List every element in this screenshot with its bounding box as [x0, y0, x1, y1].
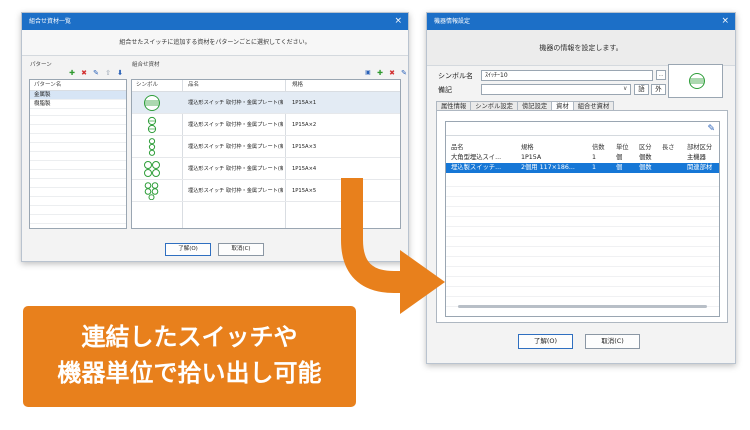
edit-pattern-icon[interactable]: ✎	[92, 69, 100, 77]
materials-grid-toolbar: ✎	[446, 122, 719, 136]
material-toolbar: ▣ ✚ ✖ ✎	[364, 68, 408, 78]
caption-line-2: 機器単位で拾い出し可能	[57, 359, 322, 387]
left-ok-button[interactable]: 了解(O)	[165, 243, 211, 256]
row-part-category: 主機器	[687, 154, 706, 161]
delete-pattern-icon[interactable]: ✖	[80, 69, 88, 77]
row-qty: 1	[592, 164, 597, 171]
right-cancel-button[interactable]: 取消(C)	[585, 334, 640, 349]
column-header-spec: 規格	[292, 82, 304, 88]
switch-3-gang-icon	[148, 138, 156, 156]
switch-5-gang-icon	[144, 182, 159, 200]
left-window-instruction: 組合せたスイッチに追加する資材をパターンごとに選択してください。	[22, 30, 408, 56]
table-row[interactable]: 埋込形スイッチ 取付枠・金属プレート(新金属) 1P15A×3	[132, 136, 400, 158]
column-header-symbol: シンボル	[136, 82, 159, 88]
right-window-instruction: 機器の情報を設定します。	[427, 30, 735, 66]
row-qty: 1	[592, 154, 597, 161]
table-row[interactable]: 埋込形スイッチ 取付枠・金属プレート(新金属) 1P15A×2	[132, 114, 400, 136]
note-label: 備記	[438, 86, 452, 94]
table-row[interactable]: 埋込形スイッチ 取付枠・金属プレート(新金属) 1P15A×1	[132, 92, 400, 114]
pattern-list-header: パターン名	[30, 80, 126, 91]
column-header-name: 品名	[188, 82, 200, 88]
row-part-category: 関連部材	[687, 164, 713, 171]
row-unit: 個	[616, 154, 623, 161]
row-category: 個数	[639, 164, 652, 171]
add-pattern-icon[interactable]: ✚	[68, 69, 76, 77]
right-ok-button[interactable]: 了解(O)	[518, 334, 573, 349]
right-window-title: 機器情報設定	[434, 18, 471, 25]
empty-grid-rows	[446, 177, 719, 316]
material-panel-label: 組合せ資材	[132, 62, 160, 68]
materials-grid: ✎ 品名 規格 倍数 単位 区分 長さ 部材区分 大角型埋込スイ... 1P15…	[445, 121, 720, 317]
switch-4-gang-icon	[144, 161, 160, 177]
column-header-category: 区分	[639, 144, 652, 151]
pattern-item[interactable]: 樹脂製	[30, 100, 126, 109]
row-unit: 個	[616, 164, 623, 171]
pattern-item[interactable]: 金属製	[30, 91, 126, 100]
column-header-qty: 倍数	[592, 144, 605, 151]
symbol-preview	[668, 64, 723, 98]
column-header-part-category: 部材区分	[687, 144, 713, 151]
column-header-unit: 単位	[616, 144, 629, 151]
left-window-titlebar: 組合せ資材一覧 ×	[22, 13, 408, 30]
row-name: 大角型埋込スイ...	[451, 154, 502, 161]
word-button[interactable]: 語	[634, 84, 649, 95]
dropdown-chevron-icon[interactable]: ∨	[623, 85, 627, 92]
switch-1-gang-icon	[144, 95, 160, 111]
symbol-name-label: シンボル名	[438, 72, 473, 80]
row-spec: 1P15A	[521, 154, 542, 161]
horizontal-scrollbar[interactable]	[458, 305, 707, 308]
caption-line-1: 連結したスイッチや	[81, 323, 298, 351]
table-row[interactable]: 大角型埋込スイ... 1P15A 1 個 個数 主機器	[446, 153, 719, 163]
row-name: 埋込形スイッチ 取付枠・金属プレート(新金属)	[188, 188, 283, 194]
edit-materials-icon[interactable]: ✎	[707, 124, 715, 134]
move-down-icon[interactable]: ⬇	[116, 69, 124, 77]
row-category: 個数	[639, 154, 652, 161]
move-up-icon[interactable]: ⇧	[104, 69, 112, 77]
delete-material-icon[interactable]: ✖	[388, 69, 396, 77]
table-row[interactable]: 埋込製スイッチ... 2個用 117×186... 1 個 個数 関連部材	[446, 163, 719, 173]
outside-button[interactable]: 外	[651, 84, 666, 95]
row-name: 埋込製スイッチ...	[451, 164, 502, 171]
switch-2-gang-icon	[147, 116, 157, 134]
row-name: 埋込形スイッチ 取付枠・金属プレート(新金属)	[188, 166, 283, 172]
right-window-titlebar: 機器情報設定 ×	[427, 13, 735, 30]
row-spec: 1P15A×1	[292, 100, 317, 106]
left-window-close-icon[interactable]: ×	[394, 13, 402, 29]
left-window-title: 組合せ資材一覧	[29, 18, 72, 25]
pattern-toolbar: ✚ ✖ ✎ ⇧ ⬇	[68, 68, 124, 78]
materials-grid-header: 品名 規格 倍数 単位 区分 長さ 部材区分	[446, 143, 719, 153]
row-spec: 1P15A×2	[292, 122, 317, 128]
note-field[interactable]	[481, 84, 631, 95]
left-cancel-button[interactable]: 取消(C)	[218, 243, 264, 256]
row-name: 埋込形スイッチ 取付枠・金属プレート(新金属)	[188, 144, 283, 150]
feature-caption: 連結したスイッチや 機器単位で拾い出し可能	[23, 306, 356, 407]
row-spec: 1P15A×3	[292, 144, 317, 150]
add-material-icon[interactable]: ✚	[376, 69, 384, 77]
row-name: 埋込形スイッチ 取付枠・金属プレート(新金属)	[188, 100, 283, 106]
properties-icon[interactable]: ▣	[364, 69, 372, 77]
column-header-name: 品名	[451, 144, 464, 151]
materials-tab-panel: ✎ 品名 規格 倍数 単位 区分 長さ 部材区分 大角型埋込スイ... 1P15…	[436, 110, 728, 323]
device-info-settings-window: 機器情報設定 × 機器の情報を設定します。 シンボル名 ｽｲｯﾁｰ10 … 備記…	[426, 12, 736, 364]
row-spec: 2個用 117×186...	[521, 164, 575, 171]
right-window-close-icon[interactable]: ×	[721, 13, 729, 29]
row-name: 埋込形スイッチ 取付枠・金属プレート(新金属)	[188, 122, 283, 128]
column-header-spec: 規格	[521, 144, 534, 151]
symbol-browse-button[interactable]: …	[656, 70, 666, 80]
symbol-name-field[interactable]: ｽｲｯﾁｰ10	[481, 70, 653, 81]
edit-material-icon[interactable]: ✎	[400, 69, 408, 77]
pattern-panel-label: パターン	[30, 62, 52, 68]
pattern-list: パターン名 金属製 樹脂製	[29, 79, 127, 229]
column-header-length: 長さ	[662, 144, 675, 151]
switch-1-gang-icon	[689, 73, 705, 89]
